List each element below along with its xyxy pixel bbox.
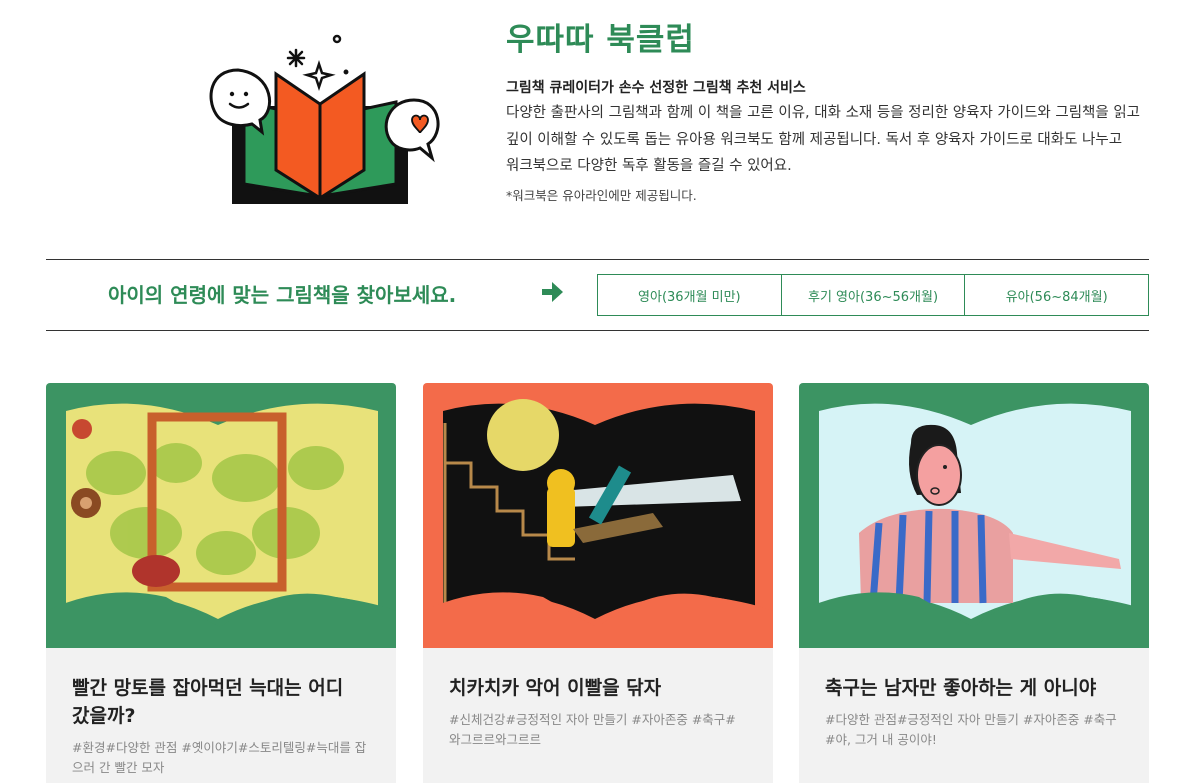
book-title: 축구는 남자만 좋아하는 게 아니야 — [825, 677, 1097, 699]
book-card[interactable]: 축구는 남자만 좋아하는 게 아니야 #다양한 관점#긍정적인 자아 만들기 #… — [799, 383, 1149, 783]
age-tab-late-infant[interactable]: 후기 영아(36~56개월) — [780, 275, 965, 315]
book-title: 빨간 망토를 잡아먹던 늑대는 어디 갔을까? — [72, 677, 344, 727]
club-description: 다양한 출판사의 그림책과 함께 이 책을 고른 이유, 대화 소재 등을 정리… — [506, 105, 1141, 174]
book-card[interactable]: 빨간 망토를 잡아먹던 늑대는 어디 갔을까? #환경#다양한 관점 #옛이야기… — [46, 383, 396, 783]
arrow-right-icon — [539, 279, 565, 305]
book-tags: #신체건강#긍정적인 자아 만들기 #자아존중 #축구#와그르르와그르르 — [449, 712, 736, 747]
book-card[interactable]: 치카치카 악어 이빨을 닦자 #신체건강#긍정적인 자아 만들기 #자아존중 #… — [423, 383, 773, 783]
book-cover-image — [423, 383, 773, 648]
age-filter-bar: 아이의 연령에 맞는 그림책을 찾아보세요. 영아(36개월 미만) 후기 영아… — [46, 259, 1149, 331]
book-title: 치카치카 악어 이빨을 닦자 — [449, 677, 662, 699]
book-cover-image — [46, 383, 396, 648]
age-tab-toddler[interactable]: 유아(56~84개월) — [964, 275, 1149, 315]
club-title: 우따따 북클럽 — [506, 22, 695, 58]
age-filter-prompt: 아이의 연령에 맞는 그림책을 찾아보세요. — [108, 283, 457, 307]
intro-section: 우따따 북클럽 그림책 큐레이터가 손수 선정한 그림책 추천 서비스 다양한 … — [0, 0, 1200, 240]
workbook-note: *워크북은 유아라인에만 제공됩니다. — [506, 187, 697, 203]
age-tab-group: 영아(36개월 미만) 후기 영아(36~56개월) 유아(56~84개월) — [597, 274, 1149, 316]
book-club-illustration — [200, 28, 450, 213]
club-subtitle: 그림책 큐레이터가 손수 선정한 그림책 추천 서비스 — [506, 80, 806, 96]
intro-text: 우따따 북클럽 그림책 큐레이터가 손수 선정한 그림책 추천 서비스 다양한 … — [506, 20, 1156, 206]
book-tags: #다양한 관점#긍정적인 자아 만들기 #자아존중 #축구#야, 그거 내 공이… — [825, 712, 1117, 747]
age-tab-infant[interactable]: 영아(36개월 미만) — [598, 275, 781, 315]
book-tags: #환경#다양한 관점 #옛이야기#스토리텔링#늑대를 잡으러 간 빨간 모자 — [72, 740, 367, 775]
book-card-list: 빨간 망토를 잡아먹던 늑대는 어디 갔을까? #환경#다양한 관점 #옛이야기… — [46, 383, 1149, 783]
book-cover-image — [799, 383, 1149, 648]
